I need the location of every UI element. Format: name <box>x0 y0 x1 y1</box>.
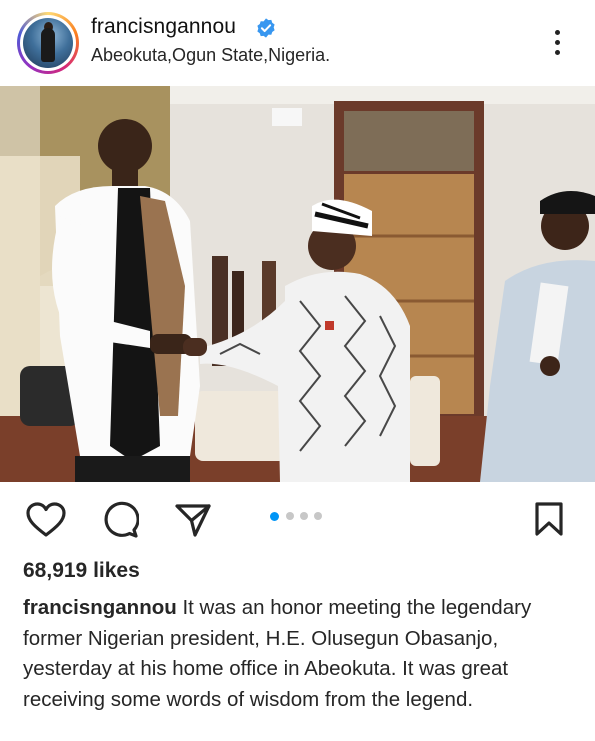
post-photo[interactable] <box>0 86 595 482</box>
carousel-dot-active <box>270 511 279 521</box>
share-icon[interactable] <box>174 502 212 538</box>
post-header: francisngannou Abeokuta,Ogun State,Niger… <box>0 0 595 84</box>
caption-username[interactable]: francisngannou <box>23 596 177 619</box>
location-link[interactable]: Abeokuta,Ogun State,Nigeria. <box>91 45 330 66</box>
username-link[interactable]: francisngannou <box>91 15 236 39</box>
carousel-indicator <box>270 511 330 522</box>
carousel-dot <box>300 512 308 520</box>
like-count[interactable]: 68,919 likes <box>23 559 140 583</box>
more-options-icon[interactable] <box>548 28 568 58</box>
avatar-image <box>23 18 73 68</box>
comment-icon[interactable] <box>101 501 139 539</box>
verified-badge-icon <box>257 18 275 38</box>
heart-icon[interactable] <box>26 502 66 538</box>
carousel-dot <box>314 512 322 520</box>
bookmark-icon[interactable] <box>534 501 564 537</box>
photo-scene <box>0 86 595 482</box>
post-caption: francisngannou It was an honor meeting t… <box>23 593 578 715</box>
carousel-dot <box>286 512 294 520</box>
profile-avatar[interactable] <box>17 12 79 74</box>
